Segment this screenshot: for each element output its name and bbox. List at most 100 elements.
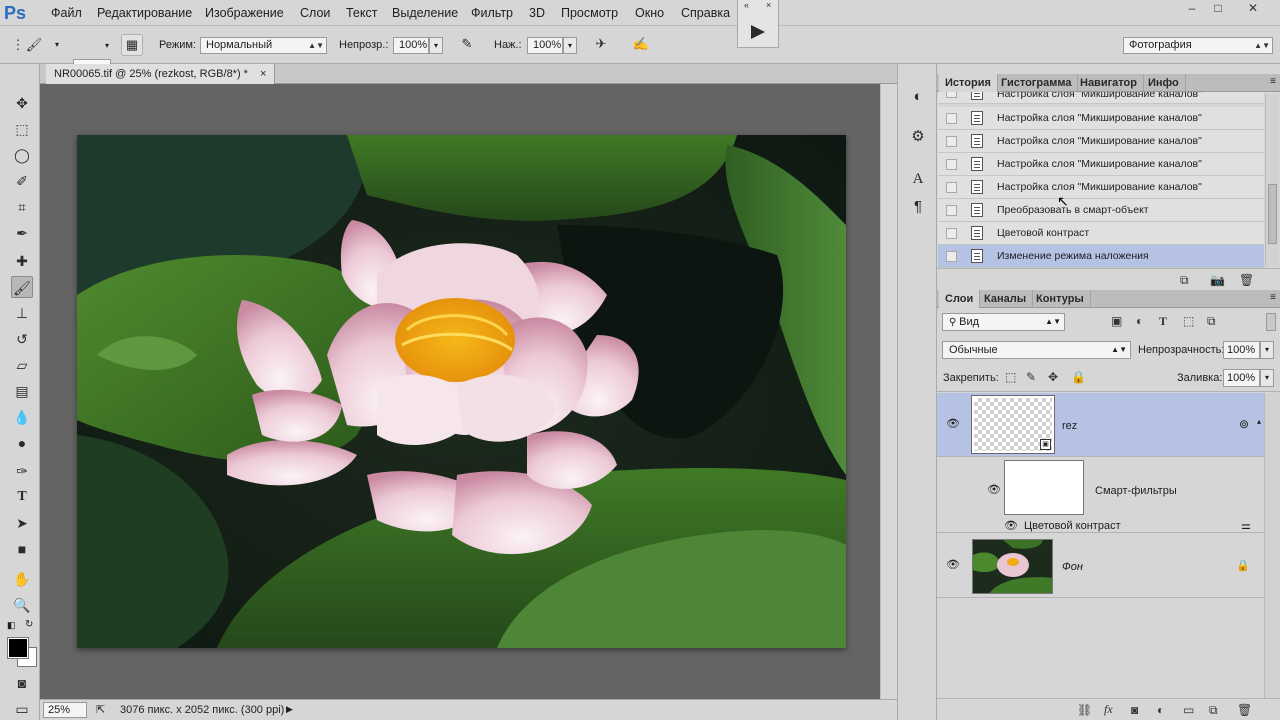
link-layers-icon[interactable]: ⛓ [1077, 703, 1092, 717]
history-brush-tool-icon[interactable]: ↺ [11, 328, 33, 350]
healing-brush-tool-icon[interactable]: ✚ [11, 250, 33, 272]
menu-text[interactable]: Текст [346, 6, 377, 20]
close-tab-icon[interactable]: × [260, 68, 266, 80]
history-row-selected[interactable]: Изменение режима наложения [938, 245, 1264, 268]
history-row[interactable]: Настройка слоя "Микширование каналов" [938, 130, 1264, 153]
history-checkbox[interactable] [946, 113, 957, 124]
opacity-field[interactable]: 100% [393, 37, 429, 54]
info-menu-arrow-icon[interactable]: ▶ [286, 704, 293, 715]
collapse-arrow-icon[interactable]: ▴ [1257, 417, 1261, 426]
history-checkbox[interactable] [946, 136, 957, 147]
filter-smart-object-icon[interactable]: ⧉ [1207, 314, 1216, 329]
crop-tool-icon[interactable]: ⌗ [11, 196, 33, 218]
history-checkbox[interactable] [946, 92, 957, 98]
fill-dropdown-icon[interactable]: ▾ [1260, 369, 1274, 387]
close-window-button[interactable]: ✕ [1240, 0, 1266, 16]
menu-help[interactable]: Справка [681, 6, 730, 20]
history-row[interactable]: Преобразовать в смарт-объект [938, 199, 1264, 222]
filter-toggle-switch[interactable] [1266, 313, 1276, 331]
canvas-vertical-scrollbar[interactable] [880, 84, 897, 700]
snapshot-camera-icon[interactable]: 📷 [1210, 273, 1225, 287]
layer-style-fx-icon[interactable]: fx [1104, 702, 1113, 717]
quick-mask-icon[interactable]: ◙ [11, 672, 33, 694]
smart-filter-visibility-icon[interactable]: ⊚ [1239, 417, 1249, 431]
layer-opacity-dropdown-icon[interactable]: ▾ [1260, 341, 1274, 359]
panel-menu-icon[interactable]: ≡ [1270, 76, 1276, 87]
tab-histogram[interactable]: Гистограмма [995, 74, 1079, 92]
panel-menu-icon[interactable]: ≡ [1270, 292, 1276, 303]
tab-layers[interactable]: Слои [939, 290, 981, 308]
adjustments-icon[interactable]: ◐ [907, 86, 929, 108]
zoom-field[interactable]: 25% [43, 702, 87, 718]
lock-pixels-icon[interactable]: ✎ [1026, 370, 1036, 384]
blur-tool-icon[interactable]: 💧 [11, 406, 33, 428]
menu-window[interactable]: Окно [635, 6, 664, 20]
new-layer-icon[interactable]: ⧉ [1209, 703, 1218, 718]
document-tab[interactable]: NR00065.tif @ 25% (rezkost, RGB/8*) * × [46, 64, 276, 84]
fill-field[interactable]: 100% [1223, 369, 1260, 387]
close-mini-icon[interactable]: × [766, 1, 776, 10]
history-row[interactable]: Цветовой контраст [938, 222, 1264, 245]
history-checkbox[interactable] [946, 205, 957, 216]
dodge-tool-icon[interactable]: ● [11, 432, 33, 454]
layers-scrollbar[interactable] [1264, 393, 1280, 698]
lock-transparency-icon[interactable]: ⬚ [1005, 370, 1016, 384]
layer-row-background[interactable]: 👁 Фон 🔒 [937, 534, 1264, 598]
gradient-tool-icon[interactable]: ▤ [11, 380, 33, 402]
new-group-folder-icon[interactable]: ▭ [1183, 703, 1194, 717]
smart-filters-row[interactable]: 👁 Смарт-фильтры 👁 Цветовой контраст ⚌ [937, 458, 1264, 533]
export-icon[interactable]: ⇱ [96, 703, 105, 716]
brush-preset-icon[interactable]: 🖌 [24, 35, 44, 55]
eraser-tool-icon[interactable]: ▱ [11, 354, 33, 376]
history-checkbox[interactable] [946, 251, 957, 262]
pressure-dropdown-icon[interactable]: ▾ [563, 37, 577, 54]
filter-type-icon[interactable]: T [1159, 314, 1167, 329]
tablet-pressure-icon[interactable]: ✍ [630, 34, 652, 56]
marquee-tool-icon[interactable]: ⬚ [11, 118, 33, 140]
tab-paths[interactable]: Контуры [1030, 290, 1091, 308]
tab-info[interactable]: Инфо [1142, 74, 1186, 92]
blend-mode-select[interactable]: Обычные ▲▼ [942, 341, 1131, 359]
pressure-field[interactable]: 100% [527, 37, 563, 54]
lasso-tool-icon[interactable]: ◯ [11, 144, 33, 166]
clone-stamp-tool-icon[interactable]: ⊥ [11, 302, 33, 324]
tab-history[interactable]: История [939, 74, 998, 92]
paragraph-icon[interactable]: ¶ [907, 196, 929, 218]
add-mask-icon[interactable]: ◙ [1131, 703, 1138, 717]
filter-blending-options-icon[interactable]: ⚌ [1241, 519, 1251, 532]
filter-pixel-icon[interactable]: ▣ [1111, 314, 1122, 328]
properties-icon[interactable]: ⚙ [907, 126, 929, 148]
visibility-eye-icon[interactable]: 👁 [986, 484, 1002, 496]
menu-view[interactable]: Просмотр [561, 6, 618, 20]
brush-tool-icon[interactable]: 🖌 [11, 276, 33, 298]
layer-row-rez[interactable]: 👁 ▣ rez ⊚ ▴ [937, 393, 1264, 457]
layer-name[interactable]: Фон [1062, 561, 1083, 573]
history-row[interactable]: Настройка слоя "Микширование каналов" [938, 107, 1264, 130]
history-row[interactable]: Настройка слоя "Микширование каналов" [938, 153, 1264, 176]
eyedropper-tool-icon[interactable]: ✒ [11, 222, 33, 244]
visibility-eye-icon[interactable]: 👁 [945, 559, 961, 571]
swap-colors-icon[interactable]: ↻ [25, 619, 33, 630]
history-scroll-thumb[interactable] [1268, 184, 1277, 244]
layer-filter-select[interactable]: ⚲ Вид ▲▼ [942, 313, 1065, 331]
menu-file[interactable]: Файл [51, 6, 82, 20]
new-adjustment-layer-icon[interactable]: ◐ [1157, 703, 1164, 717]
foreground-color-swatch[interactable] [7, 637, 29, 659]
history-row[interactable]: Настройка слоя "Микширование каналов" [938, 92, 1264, 104]
play-action-button[interactable]: « × [737, 0, 779, 48]
pen-tool-icon[interactable]: ✑ [11, 460, 33, 482]
menu-filter[interactable]: Фильтр [471, 6, 513, 20]
trash-icon[interactable]: 🗑 [1239, 273, 1254, 287]
lock-position-icon[interactable]: ✥ [1048, 370, 1058, 384]
layer-opacity-field[interactable]: 100% [1223, 341, 1260, 359]
character-icon[interactable]: A [907, 168, 929, 190]
smart-filter-mask-thumbnail[interactable] [1004, 460, 1084, 515]
menu-image[interactable]: Изображение [205, 6, 284, 20]
history-row[interactable]: Настройка слоя "Микширование каналов" [938, 176, 1264, 199]
filter-adjustment-icon[interactable]: ◐ [1136, 314, 1143, 328]
menu-3d[interactable]: 3D [529, 6, 545, 20]
opacity-dropdown-icon[interactable]: ▾ [429, 37, 443, 54]
airbrush-opacity-icon[interactable]: ✎ [456, 34, 478, 56]
path-select-tool-icon[interactable]: ➤ [11, 512, 33, 534]
brush-size-dropdown-icon[interactable]: ▾ [100, 38, 114, 55]
